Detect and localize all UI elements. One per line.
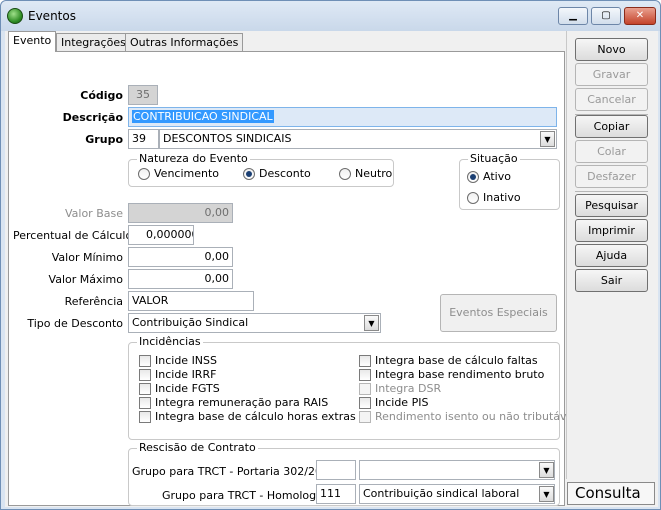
desfazer-button[interactable]: Desfazer	[575, 165, 648, 188]
radio-ativo[interactable]	[467, 171, 479, 183]
neutro-label: Neutro	[355, 167, 393, 180]
descricao-selected-text: CONTRIBUICAO SINDICAL	[132, 110, 274, 123]
situacao-group: Situação Ativo Inativo	[459, 152, 560, 210]
incide-pis-checkbox[interactable]	[359, 397, 371, 409]
tab-evento[interactable]: Evento	[8, 31, 57, 52]
portaria-select[interactable]	[359, 460, 555, 480]
window-content: Evento Integrações Outras Informações Có…	[5, 31, 658, 507]
integra-faltas-label: Integra base de cálculo faltas	[375, 354, 538, 367]
percentual-label: Percentual de Cálculo	[13, 229, 133, 242]
homolognet-code-field[interactable]: 111	[316, 484, 356, 504]
percentual-field[interactable]: 0,000000	[128, 225, 194, 245]
incidencias-title: Incidências	[137, 335, 203, 348]
chevron-down-icon[interactable]: ▼	[539, 486, 554, 502]
evento-panel: Código 35 Descrição CONTRIBUICAO SINDICA…	[8, 51, 576, 506]
referencia-label: Referência	[64, 295, 123, 308]
toolbar-divider	[575, 191, 648, 192]
situacao-title: Situação	[468, 152, 520, 165]
integra-dsr-checkbox[interactable]	[359, 383, 371, 395]
title-bar: Eventos ▁ ▢ ✕	[1, 1, 660, 31]
natureza-title: Natureza do Evento	[137, 152, 250, 165]
incide-fgts-label: Incide FGTS	[155, 382, 220, 395]
incide-irrf-checkbox[interactable]	[139, 369, 151, 381]
incidencias-group: Incidências Incide INSS Incide IRRF Inci…	[128, 335, 576, 440]
close-button[interactable]: ✕	[624, 7, 656, 25]
grupo-select[interactable]: DESCONTOS SINDICAIS	[159, 129, 557, 149]
valor-base-label: Valor Base	[64, 207, 123, 220]
radio-desconto[interactable]	[243, 168, 255, 180]
homolognet-select[interactable]: Contribuição sindical laboral	[359, 484, 555, 504]
radio-neutro[interactable]	[339, 168, 351, 180]
eventos-especiais-button[interactable]: Eventos Especiais	[440, 294, 557, 332]
integra-rais-checkbox[interactable]	[139, 397, 151, 409]
incide-inss-label: Incide INSS	[155, 354, 218, 367]
codigo-label: Código	[80, 89, 123, 102]
tipo-desconto-select[interactable]: Contribuição Sindical	[128, 313, 381, 333]
sair-button[interactable]: Sair	[575, 269, 648, 292]
valor-maximo-label: Valor Máximo	[48, 273, 123, 286]
chevron-down-icon[interactable]: ▼	[539, 462, 554, 478]
valor-minimo-label: Valor Mínimo	[51, 251, 123, 264]
integra-rais-label: Integra remuneração para RAIS	[155, 396, 329, 409]
maximize-button[interactable]: ▢	[591, 7, 621, 25]
rendimento-isento-checkbox[interactable]	[359, 411, 371, 423]
gravar-button[interactable]: Gravar	[575, 63, 648, 86]
app-logo-icon	[7, 8, 23, 24]
valor-minimo-field[interactable]: 0,00	[128, 247, 233, 267]
natureza-group: Natureza do Evento Vencimento Desconto N…	[128, 152, 394, 187]
incide-inss-checkbox[interactable]	[139, 355, 151, 367]
desconto-label: Desconto	[259, 167, 311, 180]
chevron-down-icon[interactable]: ▼	[540, 131, 555, 147]
colar-button[interactable]: Colar	[575, 140, 648, 163]
vencimento-label: Vencimento	[154, 167, 220, 180]
pesquisar-button[interactable]: Pesquisar	[575, 194, 648, 217]
rendimento-isento-label: Rendimento isento ou não tributável	[375, 410, 577, 423]
tipo-desconto-label: Tipo de Desconto	[27, 317, 123, 330]
tab-outras-informacoes[interactable]: Outras Informações	[125, 33, 244, 51]
integra-horas-extras-checkbox[interactable]	[139, 411, 151, 423]
imprimir-button[interactable]: Imprimir	[575, 219, 648, 242]
novo-button[interactable]: Novo	[575, 38, 648, 61]
integra-rendimento-bruto-label: Integra base rendimento bruto	[375, 368, 545, 381]
chevron-down-icon[interactable]: ▼	[364, 315, 379, 331]
incide-irrf-label: Incide IRRF	[155, 368, 217, 381]
descricao-field[interactable]: CONTRIBUICAO SINDICAL	[128, 107, 557, 127]
grupo-code-field[interactable]: 39	[128, 129, 159, 149]
integra-rendimento-bruto-checkbox[interactable]	[359, 369, 371, 381]
homolognet-label: Grupo para TRCT - Homolognet	[162, 489, 335, 502]
radio-vencimento[interactable]	[138, 168, 150, 180]
radio-inativo[interactable]	[467, 192, 479, 204]
portaria-code-field[interactable]	[316, 460, 356, 480]
integra-faltas-checkbox[interactable]	[359, 355, 371, 367]
referencia-field[interactable]: VALOR	[128, 291, 254, 311]
portaria-label: Grupo para TRCT - Portaria 302/2002	[132, 465, 336, 478]
ajuda-button[interactable]: Ajuda	[575, 244, 648, 267]
incide-fgts-checkbox[interactable]	[139, 383, 151, 395]
valor-maximo-field[interactable]: 0,00	[128, 269, 233, 289]
valor-base-field[interactable]: 0,00	[128, 203, 233, 223]
minimize-button[interactable]: ▁	[558, 7, 588, 25]
rescisao-title: Rescisão de Contrato	[137, 441, 258, 454]
tab-integracoes[interactable]: Integrações	[56, 33, 131, 51]
copiar-button[interactable]: Copiar	[575, 115, 648, 138]
integra-dsr-label: Integra DSR	[375, 382, 442, 395]
eventos-window: Eventos ▁ ▢ ✕ Evento Integrações Outras …	[0, 0, 661, 510]
mode-status: Consulta	[567, 482, 655, 505]
window-title: Eventos	[28, 9, 76, 23]
incide-pis-label: Incide PIS	[375, 396, 429, 409]
descricao-label: Descrição	[62, 111, 123, 124]
grupo-label: Grupo	[85, 133, 123, 146]
codigo-field[interactable]: 35	[128, 85, 158, 105]
ativo-label: Ativo	[483, 170, 511, 183]
integra-horas-extras-label: Integra base de cálculo horas extras	[155, 410, 356, 423]
inativo-label: Inativo	[483, 191, 521, 204]
cancelar-button[interactable]: Cancelar	[575, 88, 648, 111]
